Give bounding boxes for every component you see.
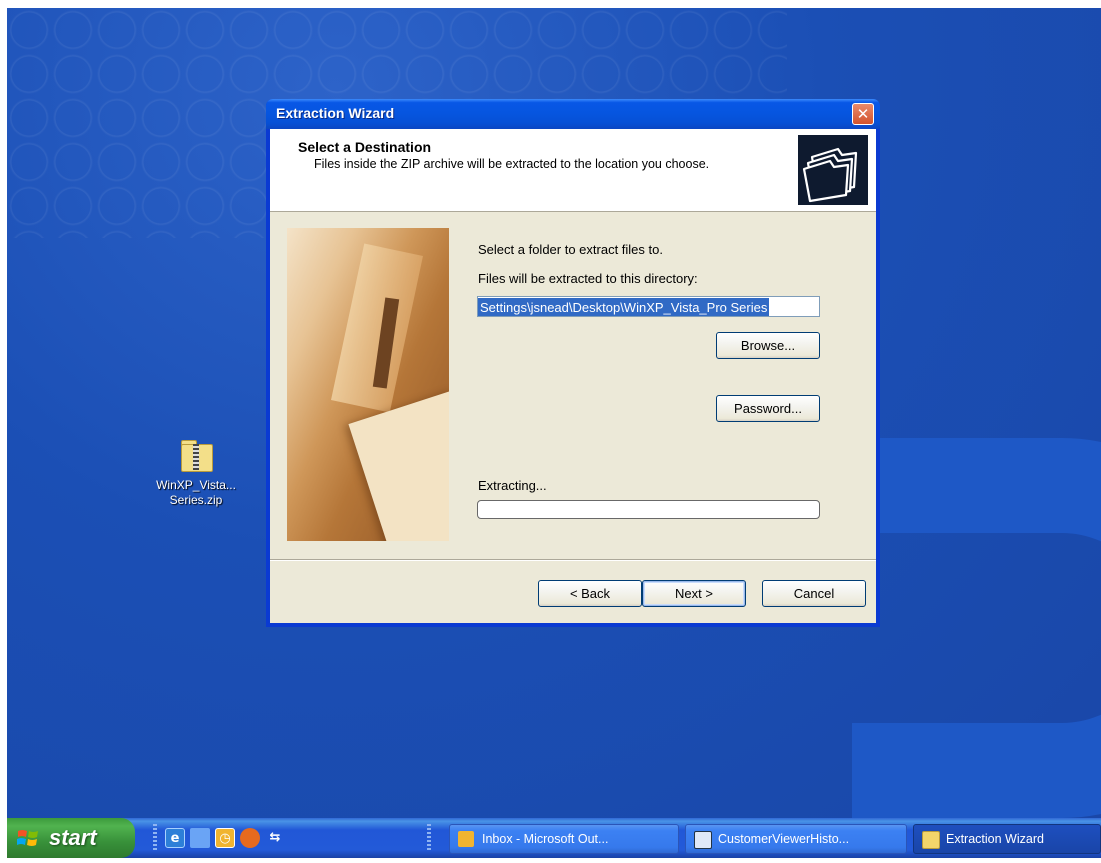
footer-separator <box>270 559 876 561</box>
close-icon: ✕ <box>856 105 870 123</box>
outlook-icon[interactable]: ◷ <box>215 828 235 848</box>
extracting-label: Extracting... <box>478 478 547 493</box>
prompt-label: Select a folder to extract files to. <box>478 242 663 257</box>
directory-label: Files will be extracted to this director… <box>478 271 698 286</box>
next-button[interactable]: Next > <box>642 580 746 607</box>
ie-icon[interactable]: e <box>165 828 185 848</box>
close-button[interactable]: ✕ <box>852 103 874 125</box>
toolbar-grip-2[interactable] <box>427 824 431 852</box>
taskbar: start e ◷ ⇆ Inbox - Microsoft Out... Cus… <box>7 818 1101 858</box>
dialog-client-area: Select a Destination Files inside the ZI… <box>270 129 876 623</box>
wizard-side-image <box>287 228 449 541</box>
folders-icon <box>798 135 868 205</box>
extraction-wizard-window: Extraction Wizard ✕ Select a Destination… <box>266 99 880 627</box>
task-label: Inbox - Microsoft Out... <box>482 832 609 846</box>
windows-logo-icon <box>17 830 38 846</box>
folder-icon <box>922 831 940 849</box>
task-button-inbox[interactable]: Inbox - Microsoft Out... <box>449 824 679 854</box>
show-desktop-icon[interactable] <box>190 828 210 848</box>
cancel-button[interactable]: Cancel <box>762 580 866 607</box>
start-button[interactable]: start <box>7 818 135 858</box>
task-label: CustomerViewerHisto... <box>718 832 850 846</box>
zip-folder-icon <box>179 438 213 472</box>
header-panel: Select a Destination Files inside the ZI… <box>270 129 876 212</box>
window-icon <box>694 831 712 849</box>
directory-input[interactable]: Settings\jsnead\Desktop\WinXP_Vista_Pro … <box>477 296 820 317</box>
task-label: Extraction Wizard <box>946 832 1044 846</box>
window-title: Extraction Wizard <box>276 105 395 121</box>
toolbar-grip[interactable] <box>153 824 157 852</box>
browse-button[interactable]: Browse... <box>716 332 820 359</box>
task-button-extraction-wizard[interactable]: Extraction Wizard <box>913 824 1101 854</box>
directory-input-value: Settings\jsnead\Desktop\WinXP_Vista_Pro … <box>478 298 770 316</box>
back-button[interactable]: < Back <box>538 580 642 607</box>
start-label: start <box>49 825 97 850</box>
header-subtitle: Files inside the ZIP archive will be ext… <box>314 157 710 171</box>
firefox-icon[interactable] <box>240 828 260 848</box>
extraction-progress-bar <box>477 500 820 519</box>
header-title: Select a Destination <box>298 139 432 155</box>
title-bar[interactable]: Extraction Wizard ✕ <box>266 99 880 129</box>
desktop-icon-label-line2: Series.zip <box>169 493 223 507</box>
wallpaper-logo <box>852 438 1101 818</box>
desktop-icon-label-line1: WinXP_Vista... <box>156 478 236 492</box>
task-button-customerviewer[interactable]: CustomerViewerHisto... <box>685 824 907 854</box>
desktop-icon-zip[interactable]: WinXP_Vista... Series.zip <box>150 438 242 508</box>
network-icon[interactable]: ⇆ <box>265 828 285 848</box>
password-button[interactable]: Password... <box>716 395 820 422</box>
outlook-icon <box>458 831 474 847</box>
